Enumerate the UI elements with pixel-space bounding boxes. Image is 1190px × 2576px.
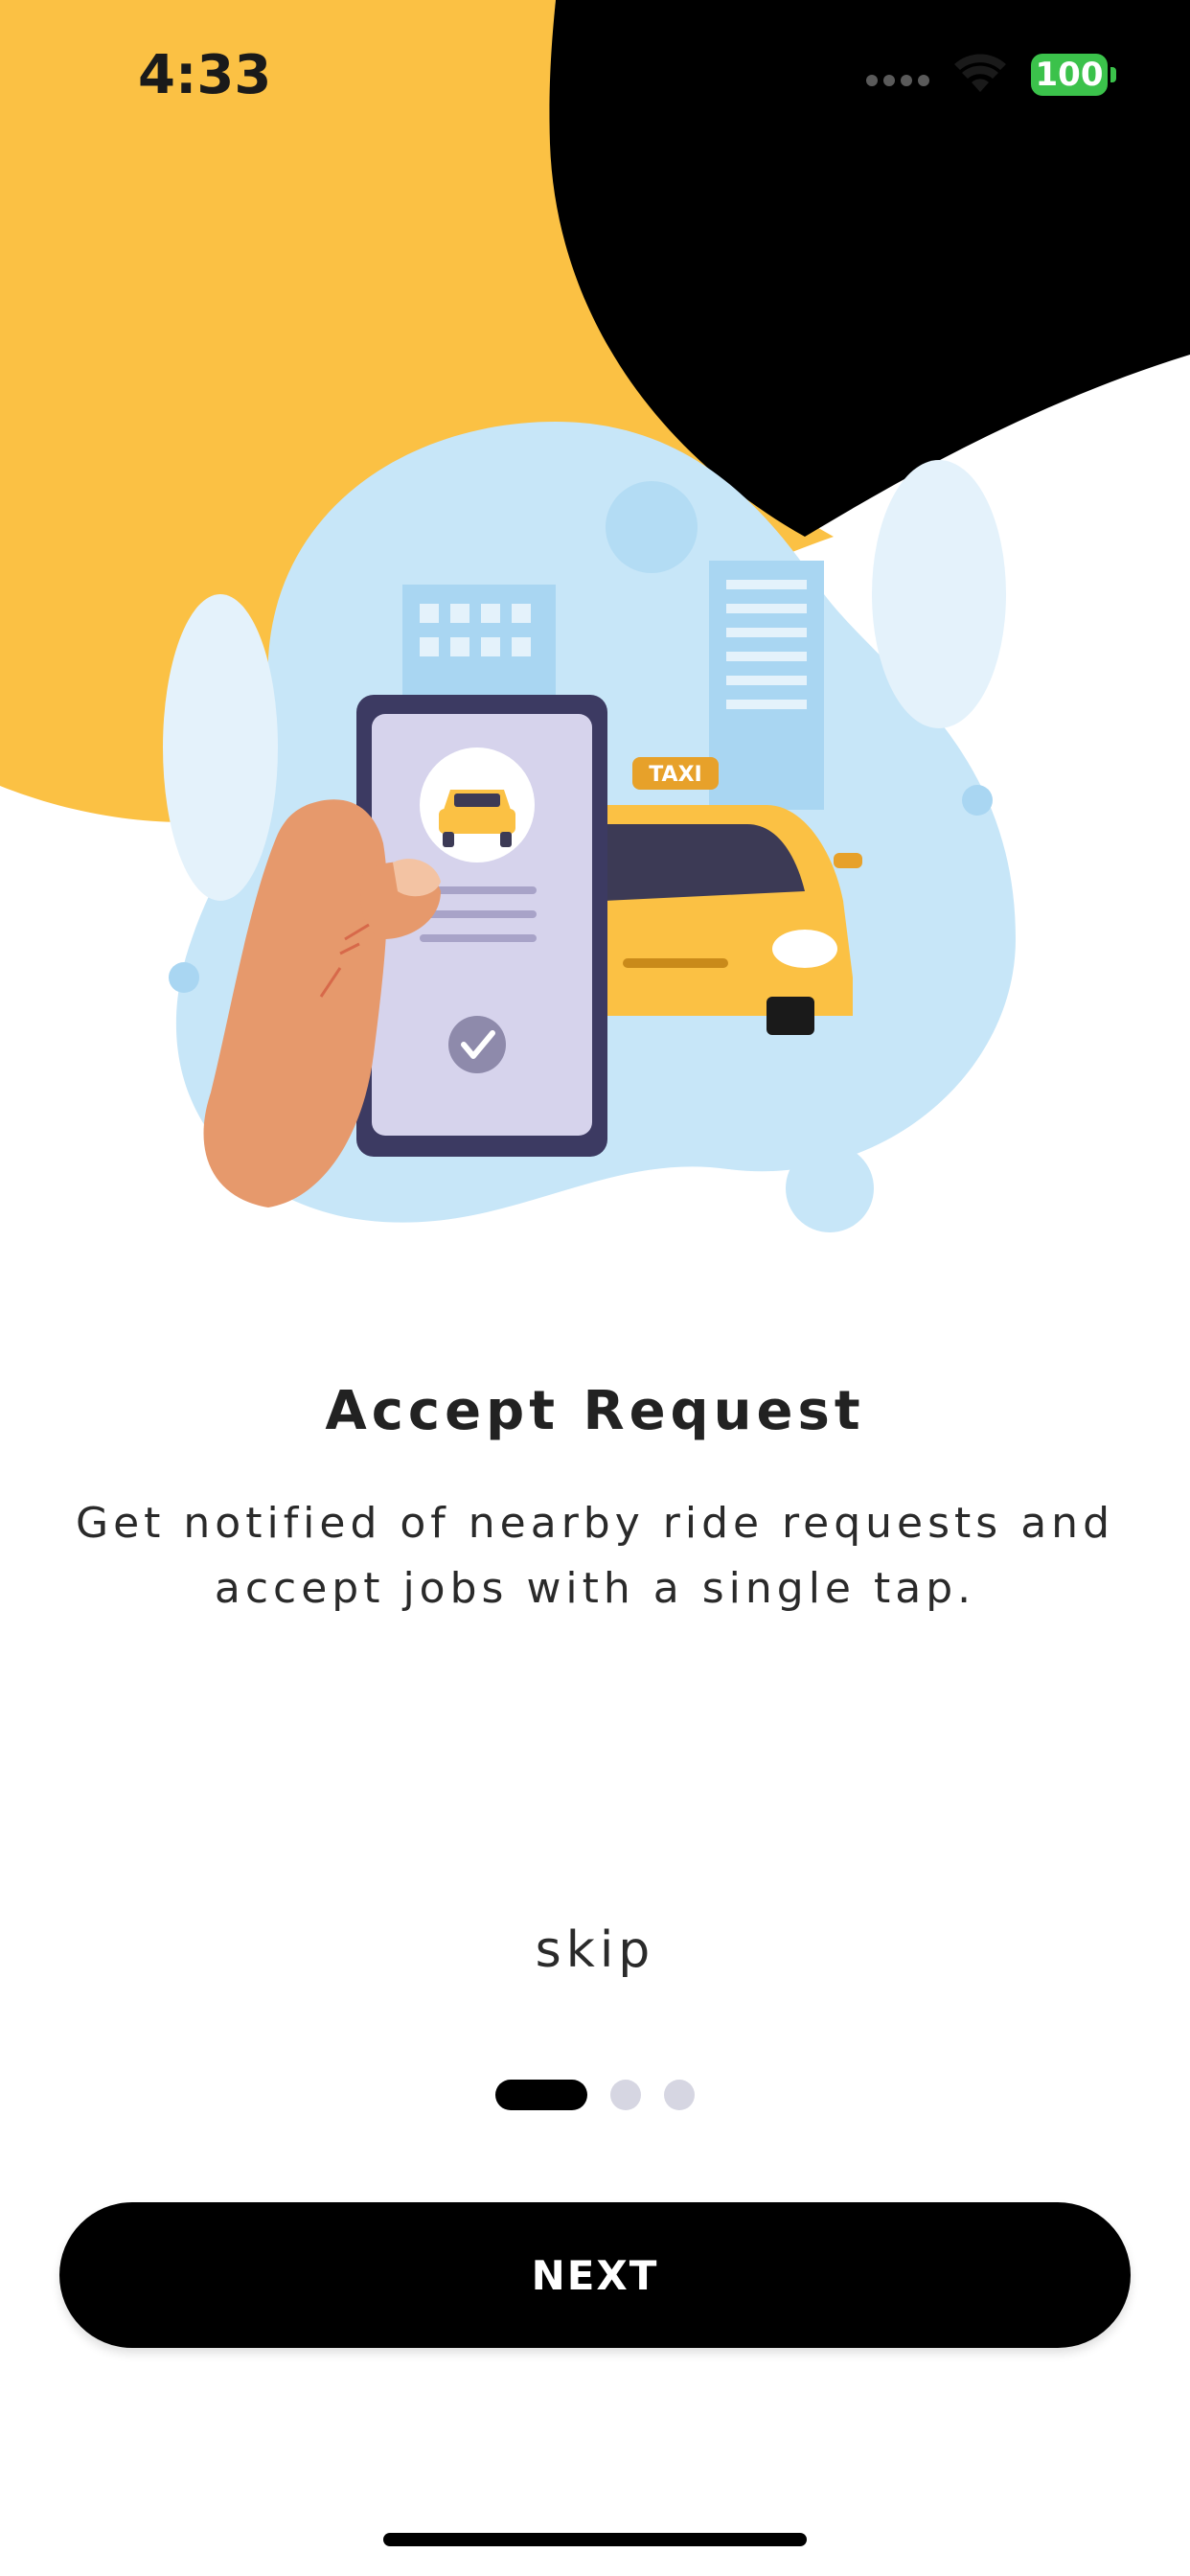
battery-icon: 100	[1031, 54, 1116, 96]
skip-button[interactable]: skip	[403, 1921, 787, 1979]
status-bar: 4:33 100	[0, 0, 1190, 153]
page-dot-active	[495, 2080, 587, 2110]
page-dot	[664, 2080, 695, 2110]
onboarding-title: Accept Request	[325, 1380, 865, 1442]
check-icon	[448, 1016, 506, 1073]
status-icons: 100	[866, 54, 1116, 96]
home-indicator	[383, 2533, 807, 2546]
page-indicator	[0, 2080, 1190, 2110]
wifi-icon	[954, 54, 1006, 92]
taxi-sign-text: TAXI	[649, 763, 701, 787]
background-shapes	[0, 0, 1190, 822]
cellular-signal-icon	[866, 63, 929, 86]
taxi-booking-illustration: TAXI	[163, 422, 1016, 1232]
page-dot	[610, 2080, 641, 2110]
next-button[interactable]: NEXT	[59, 2202, 1131, 2348]
battery-level: 100	[1035, 56, 1104, 94]
status-time: 4:33	[138, 44, 272, 106]
onboarding-subtitle: Get notified of nearby ride requests and…	[76, 1499, 1114, 1613]
